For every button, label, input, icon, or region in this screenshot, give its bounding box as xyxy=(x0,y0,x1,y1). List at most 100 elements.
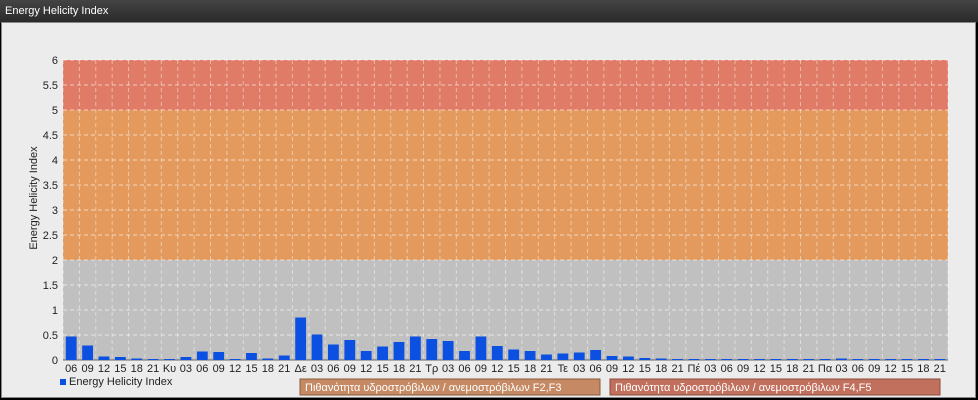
y-tick-label: 2 xyxy=(52,255,58,267)
x-tick-label: 09 xyxy=(606,363,618,375)
x-tick-label: 12 xyxy=(622,363,634,375)
bar[interactable] xyxy=(590,350,602,360)
bar[interactable] xyxy=(885,359,897,360)
x-tick-label: 03 xyxy=(704,363,716,375)
bar[interactable] xyxy=(606,356,618,360)
x-tick-label: 21 xyxy=(147,363,159,375)
y-tick-label: 1.5 xyxy=(43,280,58,292)
bar[interactable] xyxy=(114,357,126,360)
bar[interactable] xyxy=(655,358,667,361)
x-tick-label: 21 xyxy=(671,363,683,375)
x-tick-label: 09 xyxy=(737,363,749,375)
y-axis-ticks: 0 0.5 1 1.5 2 2.5 3 3.5 4 4.5 5 5.5 6 xyxy=(43,55,58,367)
band-legend-f4f5[interactable]: Πιθανότητα υδροστρόβιλων / ανεμοστρόβιλω… xyxy=(609,378,941,396)
x-tick-label: 15 xyxy=(376,363,388,375)
bar[interactable] xyxy=(246,353,257,360)
x-tick-label: 21 xyxy=(803,363,815,375)
bar[interactable] xyxy=(623,356,634,361)
bar[interactable] xyxy=(770,359,782,360)
bar[interactable] xyxy=(704,359,716,360)
y-tick-label: 3.5 xyxy=(43,180,58,192)
bar[interactable] xyxy=(786,359,798,360)
y-tick-label: 0 xyxy=(52,355,58,367)
bar[interactable] xyxy=(541,354,552,361)
bar[interactable] xyxy=(328,344,339,361)
bar[interactable] xyxy=(360,351,372,360)
x-tick-label: 15 xyxy=(114,363,126,375)
x-tick-label: 15 xyxy=(770,363,782,375)
bar[interactable] xyxy=(377,346,388,361)
bar[interactable] xyxy=(295,317,307,361)
x-tick-label: 06 xyxy=(327,363,339,375)
bar[interactable] xyxy=(262,358,274,361)
x-tick-label: 03 xyxy=(835,363,847,375)
bar[interactable] xyxy=(868,359,880,360)
legend-swatch xyxy=(60,379,66,385)
bar[interactable] xyxy=(65,336,77,361)
bar[interactable] xyxy=(557,353,569,361)
bar[interactable] xyxy=(213,352,225,360)
bar[interactable] xyxy=(918,359,929,360)
bar[interactable] xyxy=(442,341,454,360)
bar[interactable] xyxy=(409,336,421,361)
bar[interactable] xyxy=(639,358,651,360)
bar[interactable] xyxy=(737,359,749,360)
bar[interactable] xyxy=(754,359,765,360)
x-tick-label: 12 xyxy=(885,363,897,375)
x-tick-label: 03 xyxy=(180,363,192,375)
x-tick-label: 18 xyxy=(917,363,929,375)
bar[interactable] xyxy=(393,342,405,360)
x-tick-label: 12 xyxy=(229,363,241,375)
x-tick-label: 21 xyxy=(934,363,946,375)
bar[interactable] xyxy=(491,346,503,360)
bar[interactable] xyxy=(852,359,864,360)
x-tick-label: 18 xyxy=(393,363,405,375)
bar[interactable] xyxy=(524,351,536,360)
x-tick-label: Δε xyxy=(295,363,307,375)
y-tick-label: 1 xyxy=(52,305,58,317)
window-title: Energy Helicity Index xyxy=(5,5,109,17)
bar[interactable] xyxy=(508,349,520,361)
x-tick-label: 09 xyxy=(475,363,487,375)
bar[interactable] xyxy=(819,359,831,360)
x-tick-label: 06 xyxy=(721,363,733,375)
y-tick-label: 5.5 xyxy=(43,80,58,92)
bar[interactable] xyxy=(836,358,847,361)
bar[interactable] xyxy=(901,359,913,360)
bar[interactable] xyxy=(721,359,733,360)
bar[interactable] xyxy=(426,339,438,360)
x-tick-label: 12 xyxy=(491,363,503,375)
legend[interactable]: Energy Helicity Index xyxy=(60,376,173,388)
bar[interactable] xyxy=(803,359,815,360)
x-tick-label: 12 xyxy=(360,363,372,375)
x-tick-label: 06 xyxy=(852,363,864,375)
bar[interactable] xyxy=(131,358,143,361)
x-tick-label: 15 xyxy=(639,363,651,375)
bar[interactable] xyxy=(672,359,683,360)
bar[interactable] xyxy=(688,359,700,360)
y-axis-label: Energy Helicity Index xyxy=(28,146,40,250)
band-legend-f2f3[interactable]: Πιθανότητα υδροστρόβιλων / ανεμοστρόβιλω… xyxy=(299,378,601,396)
bar[interactable] xyxy=(278,355,290,361)
chart-panel: 0 0.5 1 1.5 2 2.5 3 3.5 4 4.5 5 5.5 6 06 09 12 15 18 21 Κυ… xyxy=(1,22,976,398)
x-tick-label: 09 xyxy=(213,363,225,375)
bar[interactable] xyxy=(229,359,241,360)
x-tick-label: 06 xyxy=(458,363,470,375)
x-tick-label: 09 xyxy=(868,363,880,375)
bar[interactable] xyxy=(147,359,159,360)
bar[interactable] xyxy=(934,359,946,360)
bar[interactable] xyxy=(98,356,110,361)
bar[interactable] xyxy=(459,351,470,360)
bar[interactable] xyxy=(475,336,487,361)
bar[interactable] xyxy=(573,352,585,361)
y-tick-label: 5 xyxy=(52,105,58,117)
energy-helicity-chart: 0 0.5 1 1.5 2 2.5 3 3.5 4 4.5 5 5.5 6 06 09 12 15 18 21 Κυ… xyxy=(28,55,949,396)
x-tick-label: 15 xyxy=(901,363,913,375)
bar[interactable] xyxy=(164,359,175,360)
bar[interactable] xyxy=(344,340,356,360)
bar[interactable] xyxy=(82,345,93,361)
bar[interactable] xyxy=(196,351,208,361)
y-tick-label: 6 xyxy=(52,55,58,67)
bar[interactable] xyxy=(180,357,192,360)
bar[interactable] xyxy=(311,334,323,361)
